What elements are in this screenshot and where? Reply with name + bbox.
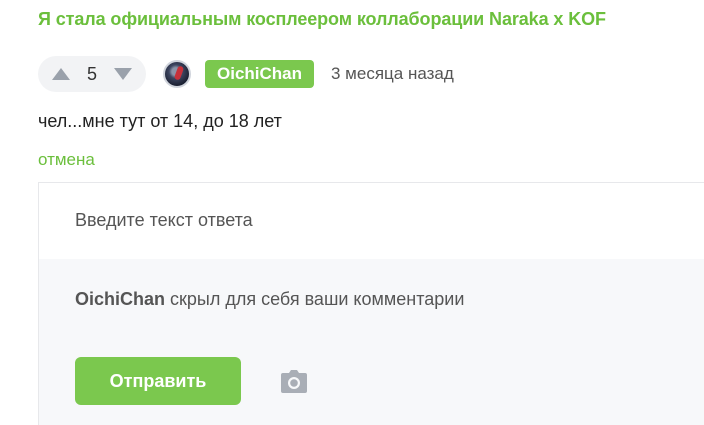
comment-meta: 5 OichiChan 3 месяца назад — [38, 56, 454, 92]
username-badge[interactable]: OichiChan — [205, 60, 315, 88]
reply-footer: OichiChan скрыл для себя ваши комментари… — [39, 259, 704, 425]
comment-page: Я стала официальным косплеером коллабора… — [0, 0, 704, 425]
upvote-arrow-icon[interactable] — [50, 66, 72, 82]
cancel-reply-link[interactable]: отмена — [38, 150, 95, 170]
downvote-arrow-icon[interactable] — [112, 66, 134, 82]
comment-timestamp: 3 месяца назад — [331, 64, 454, 83]
comment-body: чел...мне тут от 14, до 18 лет — [38, 111, 282, 131]
hidden-notice-text: скрыл для себя ваши комментарии — [165, 289, 465, 309]
vote-count: 5 — [86, 63, 97, 84]
post-title-link[interactable]: Я стала официальным косплеером коллабора… — [38, 9, 606, 30]
reply-form: Введите текст ответа OichiChan скрыл для… — [38, 182, 704, 425]
avatar[interactable] — [163, 60, 191, 88]
hidden-notice-username: OichiChan — [75, 289, 166, 309]
hidden-comments-notice: OichiChan скрыл для себя ваши комментари… — [75, 289, 464, 310]
send-button[interactable]: Отправить — [75, 357, 241, 405]
reply-input[interactable]: Введите текст ответа — [39, 183, 704, 259]
camera-icon[interactable] — [279, 369, 309, 395]
vote-control: 5 — [38, 56, 146, 92]
